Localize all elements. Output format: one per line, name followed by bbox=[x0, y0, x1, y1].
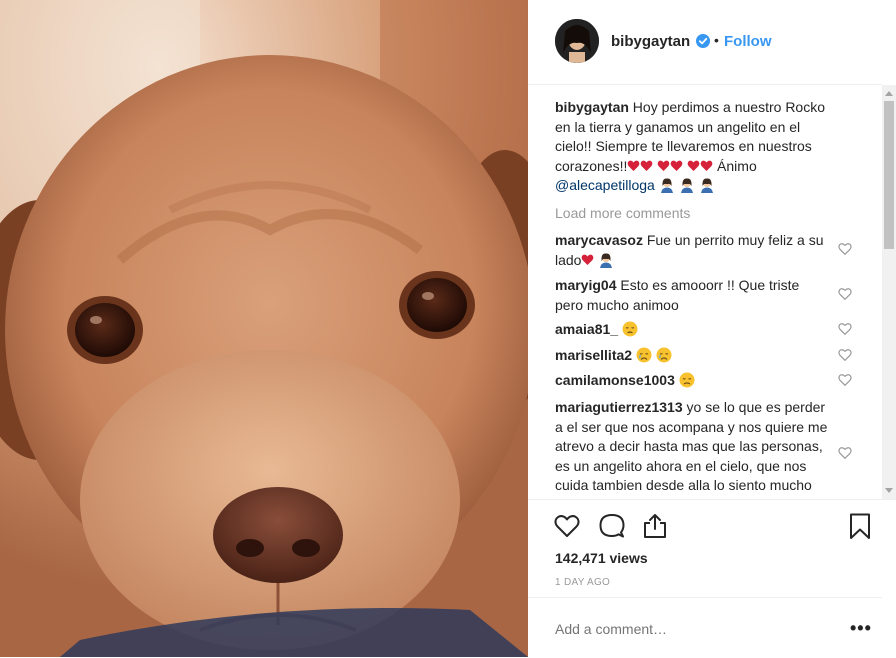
heart-emoji-icon bbox=[670, 160, 683, 171]
caption-mention[interactable]: @alecapetilloga bbox=[555, 177, 655, 193]
crying-face-emoji-icon bbox=[656, 347, 672, 363]
like-comment-heart-icon[interactable] bbox=[838, 242, 852, 256]
post-photo[interactable] bbox=[0, 0, 528, 657]
scroll-up-arrow-icon[interactable] bbox=[885, 91, 893, 96]
like-comment-heart-icon[interactable] bbox=[838, 373, 852, 387]
comment-item: maryig04 Esto es amooorr !! Que triste p… bbox=[555, 276, 830, 315]
comments-scrollbar[interactable] bbox=[882, 85, 896, 499]
comment-item: marisellita2 bbox=[555, 346, 830, 366]
follow-button[interactable]: Follow bbox=[724, 33, 772, 50]
woman-emoji-icon bbox=[700, 178, 713, 193]
crying-face-emoji-icon bbox=[636, 347, 652, 363]
disappointed-face-emoji-icon bbox=[679, 372, 695, 388]
heart-emoji-icon bbox=[687, 160, 700, 171]
sad-face-emoji-icon bbox=[622, 321, 638, 337]
scrollbar-thumb[interactable] bbox=[884, 101, 894, 249]
comment-username[interactable]: marycavasoz bbox=[555, 232, 643, 248]
heart-icon[interactable] bbox=[553, 512, 581, 540]
post-actions-bar bbox=[528, 499, 896, 550]
comment-item: mariagutierrez1313 yo se lo que es perde… bbox=[555, 398, 830, 496]
post-sidebar: bibygaytan • Follow bibygaytan Hoy perdi… bbox=[528, 0, 896, 657]
load-more-comments-button[interactable]: Load more comments bbox=[555, 205, 690, 221]
like-comment-heart-icon[interactable] bbox=[838, 348, 852, 362]
comment-item: marycavasoz Fue un perrito muy feliz a s… bbox=[555, 231, 830, 270]
verified-icon bbox=[696, 34, 710, 48]
bookmark-icon[interactable] bbox=[846, 512, 874, 540]
comment-username[interactable]: mariagutierrez1313 bbox=[555, 399, 683, 415]
woman-emoji-icon bbox=[600, 252, 613, 268]
header-separator: • bbox=[714, 32, 719, 48]
view-count[interactable]: 142,471 views bbox=[555, 550, 648, 566]
like-comment-heart-icon[interactable] bbox=[838, 322, 852, 336]
add-comment-input[interactable] bbox=[555, 621, 825, 637]
comment-icon[interactable] bbox=[598, 512, 626, 540]
post-header: bibygaytan • Follow bbox=[528, 0, 882, 85]
comment-item: camilamonse1003 bbox=[555, 371, 830, 391]
caption-username[interactable]: bibygaytan bbox=[555, 99, 629, 115]
comment-item: amaia81_ bbox=[555, 320, 830, 340]
comments-list[interactable]: bibygaytan Hoy perdimos a nuestro Rocko … bbox=[528, 85, 882, 499]
comment-username[interactable]: camilamonse1003 bbox=[555, 372, 675, 388]
woman-emoji-icon bbox=[660, 178, 673, 193]
comment-username[interactable]: amaia81_ bbox=[555, 321, 618, 337]
like-comment-heart-icon[interactable] bbox=[838, 446, 852, 460]
comment-username[interactable]: marisellita2 bbox=[555, 347, 632, 363]
author-avatar[interactable] bbox=[555, 19, 599, 63]
comment-username[interactable]: maryig04 bbox=[555, 277, 616, 293]
like-comment-heart-icon[interactable] bbox=[838, 287, 852, 301]
author-username[interactable]: bibygaytan bbox=[611, 33, 690, 50]
share-icon[interactable] bbox=[641, 512, 669, 540]
more-options-button[interactable]: ••• bbox=[850, 618, 872, 639]
add-comment-bar: ••• bbox=[528, 597, 882, 658]
caption: bibygaytan Hoy perdimos a nuestro Rocko … bbox=[555, 98, 830, 196]
scroll-down-arrow-icon[interactable] bbox=[885, 488, 893, 493]
instagram-post-view: bibygaytan • Follow bibygaytan Hoy perdi… bbox=[0, 0, 896, 657]
heart-emoji-icon bbox=[627, 160, 640, 171]
post-timestamp[interactable]: 1 DAY AGO bbox=[555, 577, 610, 588]
heart-emoji-icon bbox=[657, 160, 670, 171]
heart-emoji-icon bbox=[700, 160, 713, 171]
heart-emoji-icon bbox=[582, 254, 594, 265]
puppy-photo-illustration bbox=[0, 0, 528, 657]
heart-emoji-icon bbox=[640, 160, 653, 171]
woman-emoji-icon bbox=[680, 178, 693, 193]
avatar-image bbox=[555, 19, 599, 63]
caption-text-after: Ánimo bbox=[717, 157, 757, 174]
